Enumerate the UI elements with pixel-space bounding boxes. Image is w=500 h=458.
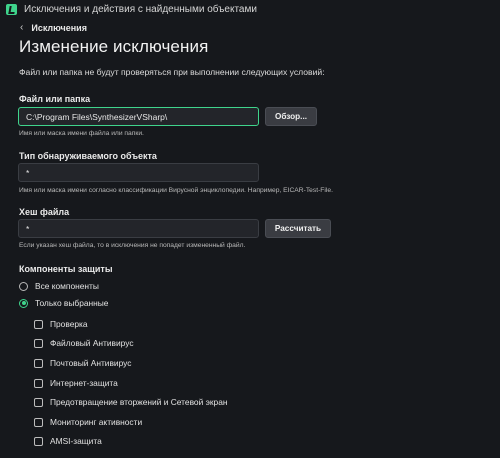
- checkbox[interactable]: [34, 358, 43, 368]
- chevron-left-icon: ‹: [20, 22, 24, 33]
- checkbox-label: Проверка: [50, 319, 88, 329]
- radio-button-checked[interactable]: [19, 298, 28, 308]
- checkbox-label: Почтовый Антивирус: [50, 358, 132, 368]
- component-checkbox-web-protection[interactable]: Интернет-защита: [34, 378, 118, 388]
- components-title: Компоненты защиты: [19, 264, 113, 274]
- checkbox-label: AMSI-защита: [50, 436, 102, 446]
- hash-input[interactable]: [18, 219, 259, 238]
- checkbox-label: Интернет-защита: [50, 378, 118, 388]
- radio-label: Все компоненты: [35, 281, 99, 291]
- app-logo-icon: [6, 3, 17, 15]
- checkbox[interactable]: [34, 436, 43, 446]
- file-path-input[interactable]: [18, 107, 259, 126]
- back-label: Исключения: [31, 23, 87, 33]
- checkbox[interactable]: [34, 417, 43, 427]
- component-checkbox-intrusion-prevention[interactable]: Предотвращение вторжений и Сетевой экран: [34, 397, 227, 407]
- component-checkbox-activity-monitor[interactable]: Мониторинг активности: [34, 417, 142, 427]
- checkbox[interactable]: [34, 378, 43, 388]
- back-button[interactable]: ‹ Исключения: [20, 22, 87, 34]
- calculate-hash-button[interactable]: Рассчитать: [265, 219, 331, 238]
- checkbox[interactable]: [34, 319, 43, 329]
- radio-button[interactable]: [19, 281, 28, 291]
- object-type-input[interactable]: [18, 163, 259, 182]
- object-type-hint: Имя или маска имени согласно классификац…: [19, 187, 333, 194]
- browse-button[interactable]: Обзор...: [265, 107, 317, 126]
- component-checkbox-mail-antivirus[interactable]: Почтовый Антивирус: [34, 358, 131, 368]
- object-type-label: Тип обнаруживаемого объекта: [19, 151, 157, 161]
- radio-label: Только выбранные: [35, 298, 109, 308]
- radio-selected-only[interactable]: Только выбранные: [19, 298, 108, 308]
- file-field-hint: Имя или маска имени файла или папки.: [19, 130, 144, 137]
- checkbox-label: Файловый Антивирус: [50, 338, 134, 348]
- window-title: Исключения и действия с найденными объек…: [24, 3, 257, 15]
- title-bar: Исключения и действия с найденными объек…: [0, 0, 500, 18]
- radio-all-components[interactable]: Все компоненты: [19, 281, 99, 291]
- checkbox[interactable]: [34, 397, 43, 407]
- component-checkbox-scan[interactable]: Проверка: [34, 319, 88, 329]
- component-checkbox-file-antivirus[interactable]: Файловый Антивирус: [34, 338, 134, 348]
- page-title: Изменение исключения: [19, 37, 209, 56]
- page-description: Файл или папка не будут проверяться при …: [19, 67, 325, 77]
- file-field-label: Файл или папка: [19, 94, 91, 104]
- checkbox-label: Мониторинг активности: [50, 417, 143, 427]
- checkbox[interactable]: [34, 338, 43, 348]
- hash-field-label: Хеш файла: [19, 207, 70, 217]
- component-checkbox-amsi[interactable]: AMSI-защита: [34, 436, 102, 446]
- checkbox-label: Предотвращение вторжений и Сетевой экран: [50, 397, 228, 407]
- hash-field-hint: Если указан хеш файла, то в исключения н…: [19, 242, 246, 249]
